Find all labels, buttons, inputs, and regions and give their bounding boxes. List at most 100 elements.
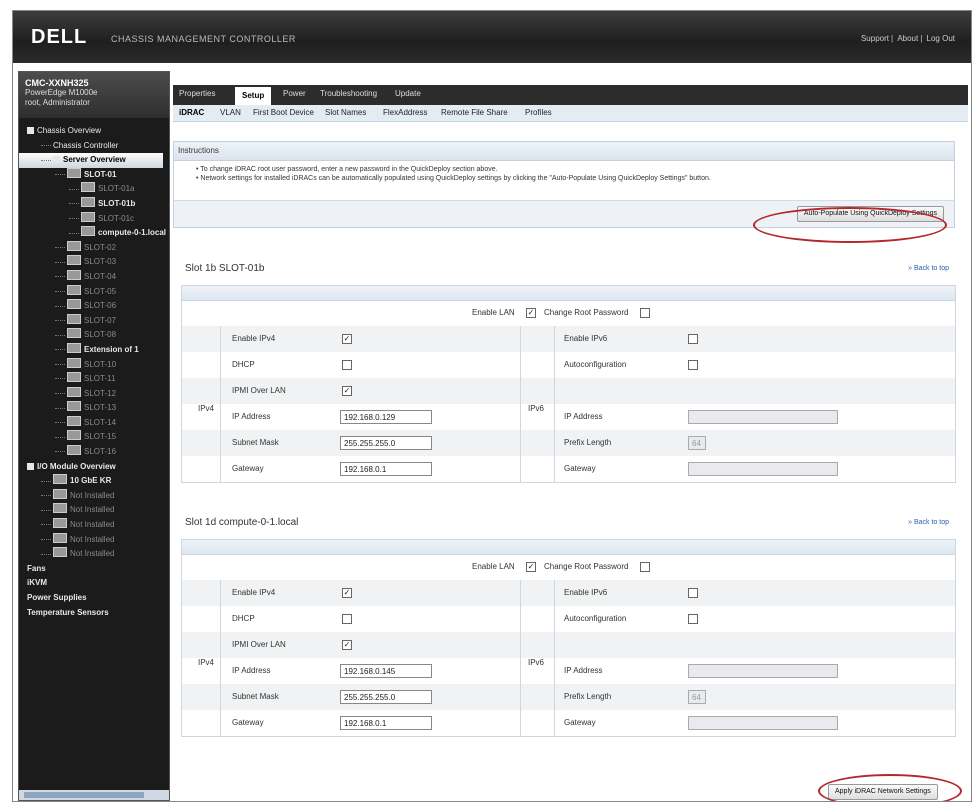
tab-update[interactable]: Update [395, 89, 421, 98]
enable-ipv4-checkbox[interactable]: ✓ [342, 334, 352, 344]
tree-item[interactable]: iKVM [19, 576, 169, 591]
tree-item[interactable]: SLOT-01c [19, 211, 169, 227]
tree-item[interactable]: SLOT-15 [19, 430, 169, 445]
logout-link[interactable]: Log Out [925, 34, 957, 43]
ipv6-address-field[interactable] [688, 410, 838, 424]
tree-item[interactable]: SLOT-08 [19, 328, 169, 343]
tree-item[interactable]: Server Overview [19, 153, 163, 168]
tab-troubleshooting[interactable]: Troubleshooting [320, 89, 377, 98]
tree-item[interactable]: Chassis Overview [19, 124, 169, 139]
enable-ipv6-checkbox[interactable] [688, 588, 698, 598]
scrollbar-thumb[interactable] [24, 792, 144, 798]
subtab-vlan[interactable]: VLAN [220, 108, 241, 117]
dhcp-checkbox[interactable] [342, 614, 352, 624]
ipmi-over-lan-checkbox[interactable]: ✓ [342, 386, 352, 396]
ipv4-address-field[interactable]: 192.168.0.129 [340, 410, 432, 424]
subtab-slot-names[interactable]: Slot Names [325, 108, 366, 117]
enable-lan-checkbox[interactable]: ✓ [526, 308, 536, 318]
tree-item[interactable]: Temperature Sensors [19, 606, 169, 621]
tree-item[interactable]: SLOT-01 [19, 167, 169, 183]
change-root-password-checkbox[interactable] [640, 308, 650, 318]
tree-item[interactable]: SLOT-11 [19, 372, 169, 387]
tree-item[interactable]: SLOT-10 [19, 357, 169, 373]
subtab-remote-file-share[interactable]: Remote File Share [441, 108, 508, 117]
enable-lan-checkbox[interactable]: ✓ [526, 562, 536, 572]
server-icon [67, 313, 81, 324]
autoconfiguration-checkbox[interactable] [688, 360, 698, 370]
ipv6-gateway-label: Gateway [564, 464, 596, 473]
tree-item-label: Extension of 1 [84, 344, 139, 354]
tree-item[interactable]: SLOT-12 [19, 386, 169, 402]
tree-item[interactable]: Power Supplies [19, 591, 169, 606]
sidebar-scrollbar[interactable] [19, 790, 169, 800]
tree-item[interactable]: 10 GbE KR [19, 474, 169, 489]
ipv4-address-label: IP Address [232, 412, 271, 421]
enable-ipv4-checkbox[interactable]: ✓ [342, 588, 352, 598]
tree-item[interactable]: SLOT-01b [19, 196, 169, 212]
subtab-profiles[interactable]: Profiles [525, 108, 552, 117]
tree-connector [41, 144, 51, 146]
tree-item[interactable]: SLOT-04 [19, 269, 169, 285]
cmc-name[interactable]: CMC-XXNH325 [25, 78, 169, 88]
section-divider [554, 580, 555, 736]
tab-power[interactable]: Power [283, 89, 306, 98]
autoconfiguration-checkbox[interactable] [688, 614, 698, 624]
tree-item[interactable]: Fans [19, 562, 169, 577]
user-role: root, Administrator [25, 98, 90, 107]
settings-row: IP Address 192.168.0.129 IP Address [182, 404, 955, 430]
collapse-icon[interactable] [27, 462, 34, 470]
tree-connector [55, 261, 65, 263]
prefix-length-field[interactable]: 64 [688, 690, 706, 704]
tree-item[interactable]: SLOT-02 [19, 240, 169, 256]
tree-item[interactable]: Not Installed [19, 547, 169, 562]
dhcp-label: DHCP [232, 360, 255, 369]
ipmi-over-lan-checkbox[interactable]: ✓ [342, 640, 352, 650]
tree-item[interactable]: SLOT-06 [19, 299, 169, 314]
prefix-length-field[interactable]: 64 [688, 436, 706, 450]
ipv6-section-label: IPv6 [528, 404, 545, 413]
ipv6-gateway-field[interactable] [688, 462, 838, 476]
tree-item[interactable]: SLOT-01a [19, 182, 169, 197]
tree-item[interactable]: Not Installed [19, 488, 169, 504]
tree-item[interactable]: Not Installed [19, 503, 169, 518]
tree-item[interactable]: SLOT-03 [19, 255, 169, 270]
back-to-top-link[interactable]: » Back to top [908, 265, 949, 272]
tab-setup[interactable]: Setup [235, 87, 272, 105]
enable-ipv6-checkbox[interactable] [688, 334, 698, 344]
section-divider [520, 326, 521, 482]
subtab-first-boot-device[interactable]: First Boot Device [253, 108, 314, 117]
ipv4-address-field[interactable]: 192.168.0.145 [340, 664, 432, 678]
tree-item[interactable]: SLOT-14 [19, 415, 169, 431]
tree-item[interactable]: SLOT-07 [19, 313, 169, 329]
tree-item[interactable]: Not Installed [19, 518, 169, 533]
collapse-icon[interactable] [27, 127, 34, 134]
ipv6-address-field[interactable] [688, 664, 838, 678]
ipv4-gateway-field[interactable]: 192.168.0.1 [340, 462, 432, 476]
tree-item-label: compute-0-1.local [98, 228, 167, 238]
tree-item[interactable]: compute-0-1.local [19, 226, 169, 241]
tree-item[interactable]: SLOT-16 [19, 445, 169, 460]
subtab-idrac[interactable]: iDRAC [179, 108, 204, 117]
tree-item[interactable]: Extension of 1 [19, 342, 169, 358]
server-icon [81, 211, 95, 222]
tree-item[interactable]: SLOT-05 [19, 284, 169, 300]
tree-item[interactable]: Chassis Controller [19, 139, 169, 154]
back-to-top-link[interactable]: » Back to top [908, 519, 949, 526]
tree-item[interactable]: SLOT-13 [19, 401, 169, 416]
tab-properties[interactable]: Properties [179, 89, 215, 98]
subnet-mask-field[interactable]: 255.255.255.0 [340, 436, 432, 450]
ipv4-gateway-label: Gateway [232, 464, 264, 473]
collapse-icon[interactable] [53, 156, 60, 164]
subnet-mask-field[interactable]: 255.255.255.0 [340, 690, 432, 704]
subtab-flexaddress[interactable]: FlexAddress [383, 108, 427, 117]
ipv4-gateway-field[interactable]: 192.168.0.1 [340, 716, 432, 730]
tree-item[interactable]: Not Installed [19, 532, 169, 548]
ipv6-gateway-field[interactable] [688, 716, 838, 730]
dhcp-checkbox[interactable] [342, 360, 352, 370]
tree-item[interactable]: I/O Module Overview [19, 460, 169, 475]
change-root-password-checkbox[interactable] [640, 562, 650, 572]
ipv4-gateway-label: Gateway [232, 718, 264, 727]
support-link[interactable]: Support [859, 34, 891, 43]
tree-item-label: Not Installed [70, 520, 115, 530]
about-link[interactable]: About [895, 34, 920, 43]
